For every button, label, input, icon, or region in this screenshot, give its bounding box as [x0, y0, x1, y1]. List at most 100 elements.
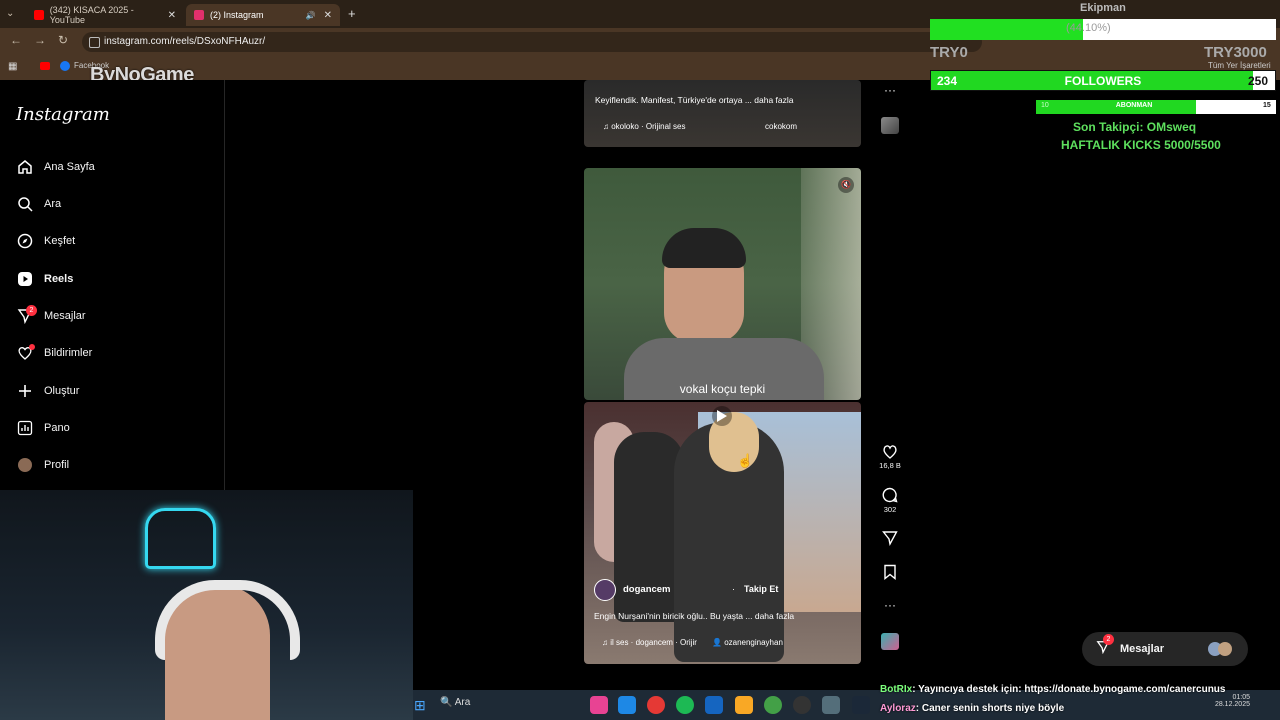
url-bar[interactable]: instagram.com/reels/DSxoNFHAuzr/: [82, 32, 982, 52]
site-info-icon[interactable]: [89, 37, 100, 48]
all-bookmarks[interactable]: Tüm Yer İşaretleri: [1208, 61, 1271, 70]
subs-label: ABONMAN: [1115, 102, 1153, 109]
media-player-icon[interactable]: [647, 696, 665, 714]
reel-video-top[interactable]: [584, 168, 861, 400]
goal-start: TRY0: [930, 44, 968, 61]
comment-count: 302: [883, 505, 897, 514]
subs-target: 15: [1263, 102, 1271, 109]
instagram-logo[interactable]: Instagram: [16, 104, 110, 125]
tab-instagram[interactable]: (2) Instagram 🔊 ✕: [186, 4, 340, 26]
messenger-icon: 2: [16, 305, 37, 325]
nav-profile[interactable]: Profil: [16, 453, 69, 477]
windows-start-icon[interactable]: ⊞: [414, 697, 426, 714]
reel-previous[interactable]: [584, 80, 861, 147]
messages-floating-button[interactable]: 2 Mesajlar: [1082, 632, 1248, 666]
chat-message: BotRIx: Yayıncıya destek için: https://d…: [880, 684, 1225, 695]
facebook-bookmark-icon[interactable]: [60, 61, 70, 71]
reel-video-bottom[interactable]: [584, 402, 861, 664]
nav-label: Reels: [44, 273, 74, 285]
steam-icon[interactable]: [852, 696, 870, 714]
tab-label: (2) Instagram: [210, 10, 264, 20]
save-button[interactable]: [876, 564, 904, 582]
file-explorer-icon[interactable]: [735, 696, 753, 714]
reel-username[interactable]: dogancem: [623, 584, 671, 595]
reel-subtitle: vokal koçu tepki: [679, 382, 766, 396]
comment-button[interactable]: 302: [876, 487, 904, 514]
close-icon[interactable]: ✕: [324, 10, 332, 21]
apps-grid-icon[interactable]: ▦: [8, 61, 17, 72]
follow-dot: ·: [732, 584, 735, 594]
reel-audio[interactable]: ♫ okoloko · Orijinal ses: [603, 122, 685, 131]
nav-reels[interactable]: Reels: [16, 267, 73, 291]
chat-user: Ayloraz: [880, 703, 916, 714]
compass-icon: [16, 232, 34, 250]
forward-arrow-icon[interactable]: →: [34, 33, 46, 47]
clock[interactable]: 01:05 28.12.2025: [1212, 694, 1250, 708]
nav-explore[interactable]: Keşfet: [16, 229, 75, 253]
new-tab-button[interactable]: +: [348, 6, 356, 21]
like-button[interactable]: 16,8 B: [876, 444, 904, 470]
store-icon[interactable]: [705, 696, 723, 714]
chat-user: BotRIx: [880, 684, 913, 695]
reel-audio-label: okoloko · Orijinal ses: [611, 122, 686, 131]
goal-title: Ekipman: [1080, 2, 1126, 14]
nav-dashboard[interactable]: Pano: [16, 416, 70, 440]
obs-icon[interactable]: [793, 696, 811, 714]
share-button[interactable]: [876, 530, 904, 548]
webcam-feed: [0, 490, 413, 720]
nav-search[interactable]: Ara: [16, 192, 61, 216]
reel-caption[interactable]: Keyiflendik. Manifest, Türkiye'de ortaya…: [595, 95, 793, 105]
chrome-icon[interactable]: [764, 696, 782, 714]
followers-target: 250: [1248, 74, 1269, 88]
spotify-icon[interactable]: [676, 696, 694, 714]
taskbar-search[interactable]: 🔍 Ara: [440, 697, 470, 708]
close-icon[interactable]: ✕: [168, 10, 176, 21]
tab-list-button[interactable]: ⌄: [6, 8, 14, 19]
like-count: 16,8 B: [879, 461, 901, 470]
user-avatar[interactable]: [594, 579, 616, 601]
audio-thumbnail[interactable]: [881, 117, 899, 134]
taskbar-search-label: Ara: [454, 697, 471, 708]
tab-youtube[interactable]: (342) KISACA 2025 - YouTube ✕: [26, 4, 184, 26]
reel-tagged-user[interactable]: 👤 ozanenginayhan: [712, 638, 783, 647]
goal-progress-text: (44.10%): [1066, 22, 1111, 34]
messages-badge: 2: [1103, 633, 1114, 645]
clock-date: 28.12.2025: [1214, 701, 1250, 708]
reel-caption[interactable]: Engin Nurşani'nin biricik oğlu.. Bu yaşt…: [594, 611, 794, 621]
chat-text: : Yayıncıya destek için: https://donate.…: [912, 684, 1226, 695]
settings-icon[interactable]: [822, 696, 840, 714]
nav-label: Profil: [44, 459, 70, 471]
chat-text: : Caner senin shorts niye böyle: [915, 703, 1065, 714]
nav-create[interactable]: Oluştur: [16, 379, 79, 403]
nav-label: Pano: [44, 422, 70, 434]
messages-badge: 2: [26, 305, 37, 316]
reel-audio[interactable]: ♫ il ses · dogancem · Orijir: [602, 638, 697, 647]
back-arrow-icon[interactable]: ←: [10, 33, 22, 47]
plus-icon: [16, 382, 34, 400]
more-options-icon[interactable]: ···: [884, 83, 896, 97]
nav-home[interactable]: Ana Sayfa: [16, 155, 95, 179]
reload-icon[interactable]: ↻: [58, 33, 68, 47]
comment-icon: [882, 487, 898, 503]
more-options-icon[interactable]: ···: [876, 598, 904, 612]
youtube-bookmark-icon[interactable]: [40, 62, 50, 70]
follow-button[interactable]: Takip Et: [744, 584, 778, 594]
nav-label: Keşfet: [44, 235, 76, 247]
last-follower: Son Takipçi: OMsweq: [1073, 120, 1197, 134]
nav-label: Oluştur: [44, 385, 80, 397]
copilot-icon[interactable]: [590, 696, 608, 714]
reels-icon: [16, 270, 34, 288]
play-icon[interactable]: [712, 406, 732, 426]
audio-thumbnail[interactable]: [881, 633, 899, 650]
edge-icon[interactable]: [618, 696, 636, 714]
mute-icon[interactable]: 🔇: [838, 177, 854, 193]
notification-dot: [29, 344, 35, 350]
clock-time: 01:05: [1232, 694, 1250, 701]
reel-tag[interactable]: cokokom: [765, 122, 797, 131]
dashboard-icon: [16, 419, 34, 437]
speaker-icon[interactable]: 🔊: [306, 11, 316, 20]
nav-notifications[interactable]: Bildirimler: [16, 341, 92, 365]
youtube-favicon-icon: [34, 10, 44, 20]
nav-messages[interactable]: 2 Mesajlar: [16, 304, 86, 328]
messenger-icon: 2: [1096, 633, 1114, 659]
